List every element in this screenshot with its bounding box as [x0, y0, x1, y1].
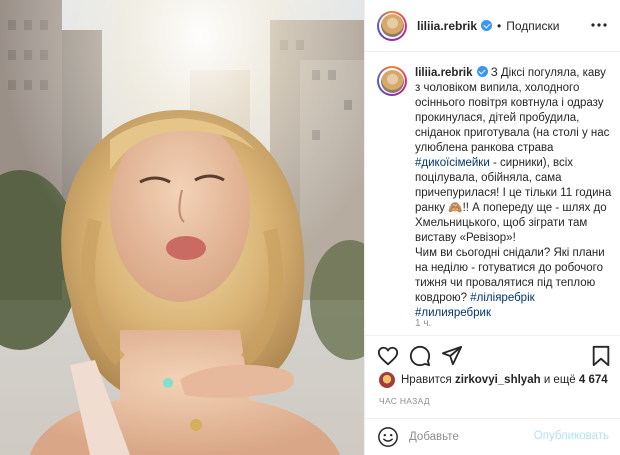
post-time-ago: 1 ч. — [415, 318, 432, 329]
post-date: ЧАС НАЗАД — [379, 396, 430, 406]
action-bar — [377, 345, 615, 369]
heart-icon[interactable] — [377, 345, 399, 367]
comment-bar: Опубликовать — [365, 418, 620, 455]
post-header: liliia.rebrik • Подписки — [365, 0, 620, 52]
likes-prefix: Нравится — [401, 374, 452, 386]
caption-username[interactable]: liliia.rebrik — [415, 67, 473, 79]
post-details-panel: liliia.rebrik • Подписки liliia.rebrik З… — [364, 0, 620, 455]
publish-button[interactable]: Опубликовать — [534, 430, 609, 442]
likes-summary: Нравится zirkovyi_shlyah и ещё 4 674 — [379, 372, 608, 388]
likes-middle: и ещё — [543, 374, 576, 386]
hashtag-link[interactable]: #дикоїсімейки — [415, 157, 490, 169]
caption-segment: - сирники), всіх поцілувала, обійняла, с… — [415, 157, 612, 304]
photo-illustration — [0, 0, 364, 455]
post-photo[interactable] — [0, 0, 364, 455]
smiley-icon[interactable] — [377, 426, 399, 448]
verified-badge-icon — [476, 66, 488, 77]
paper-plane-icon[interactable] — [441, 345, 463, 367]
separator-dot: • — [497, 18, 502, 33]
hashtag-link[interactable]: #ліліяребрік — [470, 292, 534, 304]
likes-count[interactable]: 4 674 — [579, 374, 608, 386]
comment-input[interactable] — [409, 430, 539, 443]
caption-segment: З Діксі погуляла, каву з чоловіком випил… — [415, 67, 613, 154]
divider — [365, 335, 620, 336]
following-button[interactable]: Подписки — [506, 19, 559, 33]
caption-block: liliia.rebrik З Діксі погуляла, каву з ч… — [377, 66, 613, 321]
bookmark-icon[interactable] — [591, 345, 611, 367]
caption-text: liliia.rebrik З Діксі погуляла, каву з ч… — [415, 66, 613, 321]
liker-username[interactable]: zirkovyi_shlyah — [455, 374, 541, 386]
more-horizontal-icon[interactable] — [591, 19, 607, 31]
comment-bubble-icon[interactable] — [409, 345, 431, 367]
avatar[interactable] — [377, 10, 407, 41]
verified-badge-icon — [481, 20, 493, 31]
liker-avatar[interactable] — [379, 372, 395, 388]
caption-avatar[interactable] — [377, 66, 407, 96]
username-link[interactable]: liliia.rebrik — [417, 19, 477, 33]
